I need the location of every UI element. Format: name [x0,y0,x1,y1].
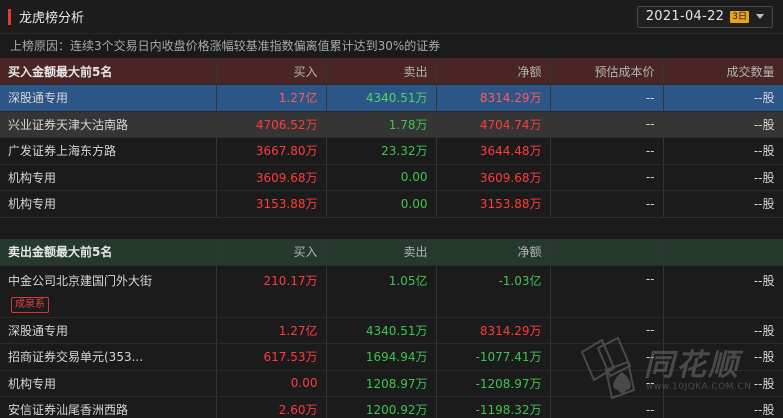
volume: --股 [663,111,783,138]
date-value: 2021-04-22 [645,9,725,24]
buy-amount: 3667.80万 [216,137,327,165]
buy-amount: 3153.88万 [216,190,327,218]
seat-name: 兴业证券天津大沽南路 [0,111,217,138]
sell-amount: 0.00 [326,190,437,218]
panel-header: 龙虎榜分析 2021-04-22 3日 [0,0,783,34]
seat-name: 机构专用 [0,190,217,218]
panel-title: 龙虎榜分析 [19,11,85,26]
seat-name: 广发证券上海东方路 [0,137,217,165]
seat-name: 机构专用 [0,370,217,397]
sell-row-4[interactable]: 机构专用 0.00 1208.97万 -1208.97万 -- --股 [0,370,783,397]
sell-amount: 0.00 [326,164,437,191]
header-volume[interactable]: 成交数量 [663,58,783,85]
sell-amount: 1.78万 [326,111,437,138]
buy-row-3[interactable]: 广发证券上海东方路 3667.80万 23.32万 3644.48万 -- --… [0,137,783,165]
buy-amount: 2.60万 [216,396,327,418]
net-amount: 3609.68万 [436,164,551,191]
seat-name: 招商证券交易单元(353... [0,343,217,371]
net-amount: 3644.48万 [436,137,551,165]
header-empty [550,238,664,266]
volume: --股 [663,164,783,191]
buy-amount: 3609.68万 [216,164,327,191]
net-amount: 8314.29万 [436,317,551,344]
sell-header-name: 卖出金额最大前5名 [0,238,217,266]
header-buy[interactable]: 买入 [216,58,327,85]
header-empty [663,238,783,266]
buy-table: 买入金额最大前5名 买入 卖出 净额 预估成本价 成交数量 深股通专用 1.27… [0,58,783,218]
sell-amount: 4340.51万 [326,317,437,344]
sell-table: 卖出金额最大前5名 买入 卖出 净额 中金公司北京建国门外大街 成泉系 210.… [0,238,783,418]
net-amount: 4704.74万 [436,111,551,138]
sell-amount: 4340.51万 [326,84,437,112]
seat-name: 深股通专用 [0,84,217,112]
chevron-down-icon[interactable] [756,14,764,19]
buy-amount: 0.00 [216,370,327,397]
sell-row-1[interactable]: 中金公司北京建国门外大街 成泉系 210.17万 1.05亿 -1.03亿 --… [0,265,783,318]
seat-name: 中金公司北京建国门外大街 [8,273,153,288]
listing-reason: 上榜原因：连续3个交易日内收盘价格涨幅较基准指数偏离值累计达到30%的证券 [0,34,783,58]
cost-price: -- [550,137,664,165]
volume: --股 [663,84,783,112]
cost-price: -- [550,396,664,418]
net-amount: -1077.41万 [436,343,551,371]
sell-row-5[interactable]: 安信证券汕尾香洲西路 2.60万 1200.92万 -1198.32万 -- -… [0,396,783,418]
net-amount: 8314.29万 [436,84,551,112]
day-range-badge: 3日 [730,10,749,23]
header-net[interactable]: 净额 [436,238,551,266]
seat-name: 安信证券汕尾香洲西路 [0,396,217,418]
cost-price: -- [550,111,664,138]
title-accent-bar [8,8,11,25]
cost-price: -- [550,343,664,371]
header-buy[interactable]: 买入 [216,238,327,266]
header-cost[interactable]: 预估成本价 [550,58,664,85]
buy-row-2[interactable]: 兴业证券天津大沽南路 4706.52万 1.78万 4704.74万 -- --… [0,111,783,138]
net-amount: 3153.88万 [436,190,551,218]
buy-row-1[interactable]: 深股通专用 1.27亿 4340.51万 8314.29万 -- --股 [0,84,783,112]
volume: --股 [663,137,783,165]
buy-amount: 617.53万 [216,343,327,371]
net-amount: -1208.97万 [436,370,551,397]
buy-row-4[interactable]: 机构专用 3609.68万 0.00 3609.68万 -- --股 [0,164,783,191]
section-gap [0,217,783,239]
sell-amount: 1.05亿 [326,265,437,318]
sell-amount: 1200.92万 [326,396,437,418]
sell-row-3[interactable]: 招商证券交易单元(353... 617.53万 1694.94万 -1077.4… [0,343,783,371]
volume: --股 [663,190,783,218]
date-picker[interactable]: 2021-04-22 3日 [636,5,773,28]
volume: --股 [663,317,783,344]
buy-amount: 1.27亿 [216,317,327,344]
buy-table-header: 买入金额最大前5名 买入 卖出 净额 预估成本价 成交数量 [0,58,783,85]
seat-name-cell: 中金公司北京建国门外大街 成泉系 [0,265,217,318]
seat-name: 深股通专用 [0,317,217,344]
header-sell[interactable]: 卖出 [326,238,437,266]
group-tag[interactable]: 成泉系 [11,296,49,313]
sell-amount: 1694.94万 [326,343,437,371]
buy-amount: 210.17万 [216,265,327,318]
cost-price: -- [550,190,664,218]
volume: --股 [663,370,783,397]
header-sell[interactable]: 卖出 [326,58,437,85]
sell-table-header: 卖出金额最大前5名 买入 卖出 净额 [0,238,783,266]
header-net[interactable]: 净额 [436,58,551,85]
buy-amount: 4706.52万 [216,111,327,138]
sell-row-2[interactable]: 深股通专用 1.27亿 4340.51万 8314.29万 -- --股 [0,317,783,344]
seat-name: 机构专用 [0,164,217,191]
net-amount: -1.03亿 [436,265,551,318]
cost-price: -- [550,265,664,318]
buy-amount: 1.27亿 [216,84,327,112]
cost-price: -- [550,317,664,344]
volume: --股 [663,396,783,418]
volume: --股 [663,343,783,371]
cost-price: -- [550,370,664,397]
volume: --股 [663,265,783,318]
sell-amount: 1208.97万 [326,370,437,397]
buy-row-5[interactable]: 机构专用 3153.88万 0.00 3153.88万 -- --股 [0,190,783,218]
cost-price: -- [550,84,664,112]
buy-header-name: 买入金额最大前5名 [0,58,217,85]
net-amount: -1198.32万 [436,396,551,418]
sell-amount: 23.32万 [326,137,437,165]
cost-price: -- [550,164,664,191]
